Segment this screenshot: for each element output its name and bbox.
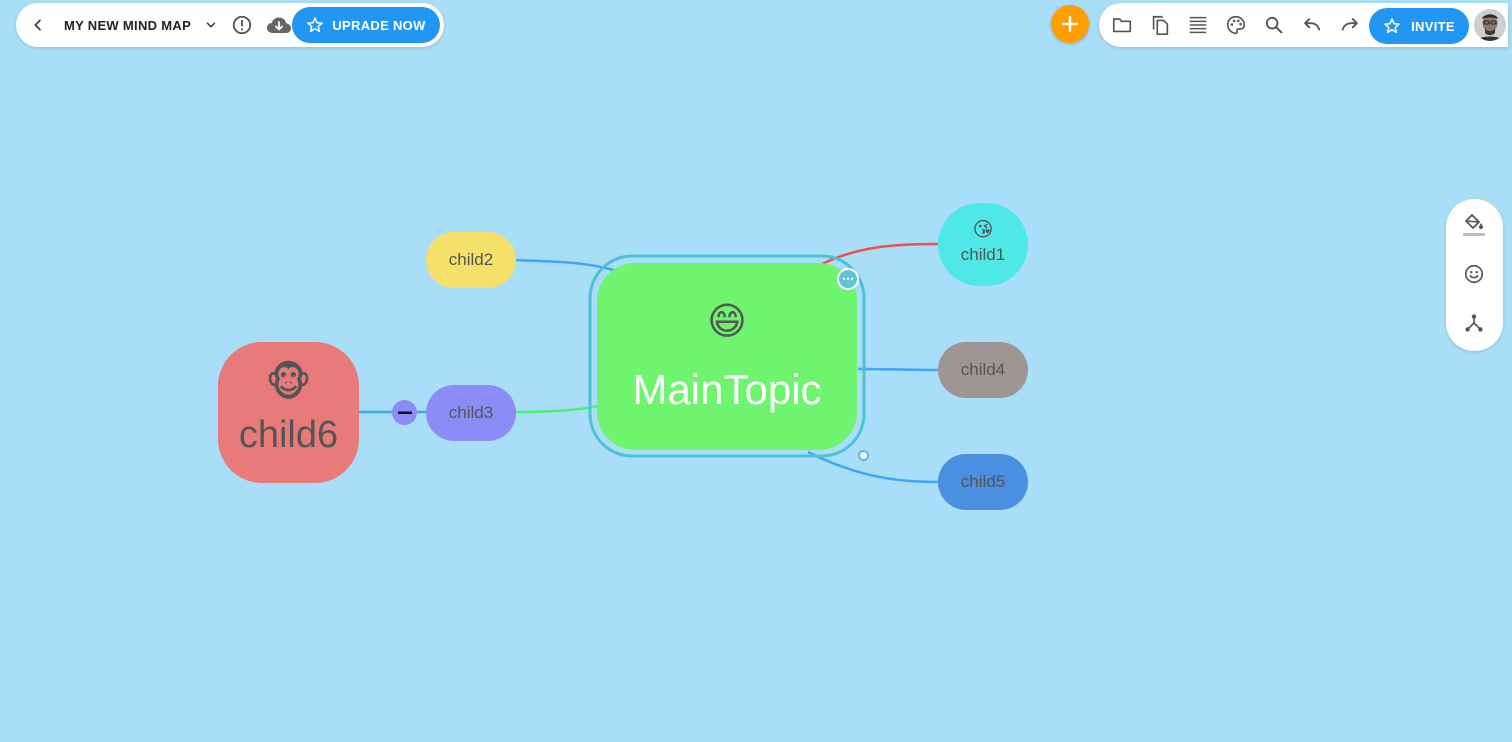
node-emoji: 😘 [972,219,994,242]
resize-handle[interactable] [858,450,869,461]
avatar[interactable] [1474,9,1506,41]
hierarchy-icon[interactable] [1458,307,1490,339]
style-toolbar [1446,199,1503,351]
main-topic-label: MainTopic [632,366,822,414]
node-label: child3 [448,402,494,422]
collapse-button[interactable] [392,400,417,425]
redo-icon[interactable] [1335,10,1365,40]
invite-label: INVITE [1411,18,1455,34]
edge-child4 [857,367,939,372]
undo-icon[interactable] [1297,10,1327,40]
outline-list-icon[interactable] [1183,10,1213,40]
chevron-left-icon[interactable] [20,3,56,47]
node-label: child2 [448,249,494,269]
add-node-button[interactable] [1051,5,1089,43]
document-toolbar: MY NEW MIND MAP UPRADE NOW [16,3,444,47]
node-child3[interactable]: child3 [426,385,516,441]
paint-bucket-icon[interactable] [1458,209,1490,241]
node-child1[interactable]: 😘 child1 [938,203,1028,286]
node-more-button[interactable] [837,268,859,290]
star-outline-icon [1384,18,1400,34]
plus-icon [1061,15,1079,33]
palette-icon[interactable] [1221,10,1251,40]
search-icon[interactable] [1259,10,1289,40]
copy-icon[interactable] [1145,10,1175,40]
node-label: child1 [960,245,1006,265]
upgrade-label: UPRADE NOW [332,17,426,33]
node-child6[interactable]: 🐵 child6 [218,342,359,483]
invite-button[interactable]: INVITE [1369,8,1469,44]
upgrade-button[interactable]: UPRADE NOW [292,7,440,43]
node-emoji: 🐵 [265,360,312,405]
document-title[interactable]: MY NEW MIND MAP [64,18,191,33]
node-label: child4 [960,359,1006,379]
star-outline-icon [307,17,324,33]
more-horizontal-icon [842,277,854,281]
main-toolbar: INVITE [1099,3,1508,47]
info-icon[interactable] [225,3,259,47]
chevron-down-icon[interactable] [197,3,225,47]
main-topic-node[interactable]: 😄 MainTopic [597,263,857,450]
node-child5[interactable]: child5 [938,454,1028,510]
node-child2[interactable]: child2 [426,232,516,288]
main-topic-emoji: 😄 [707,301,747,344]
minus-icon [397,411,412,414]
folder-icon[interactable] [1107,10,1137,40]
edge-child1 [819,242,939,267]
smiley-icon[interactable] [1458,258,1490,290]
node-label: child6 [238,413,339,456]
node-child4[interactable]: child4 [938,342,1028,398]
edge-child3 [514,404,599,414]
node-label: child5 [960,471,1006,491]
